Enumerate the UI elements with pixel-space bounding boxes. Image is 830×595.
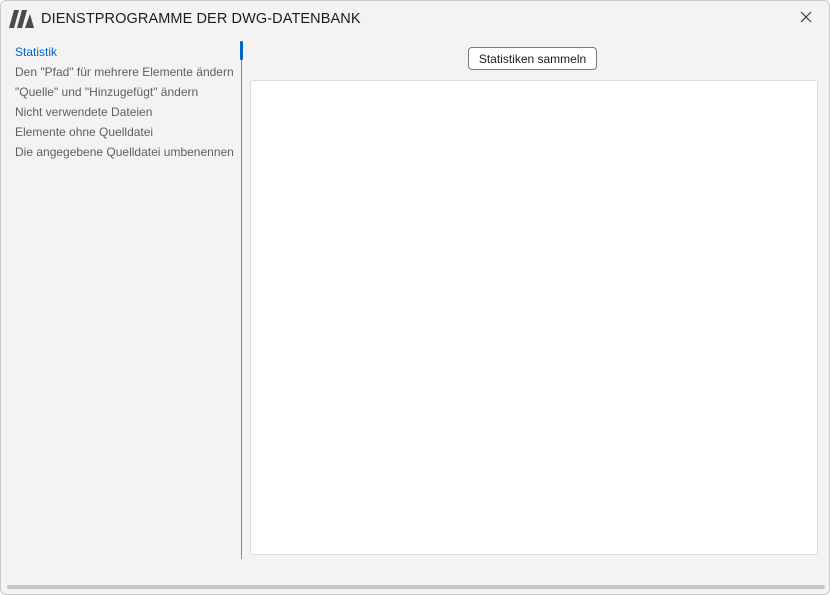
sidebar-nav: Statistik Den "Pfad" für mehrere Element… — [1, 41, 243, 559]
window-title: DIENSTPROGRAMME DER DWG-DATENBANK — [41, 11, 361, 27]
sidebar-item-statistik[interactable]: Statistik — [15, 42, 57, 62]
statistics-output-panel[interactable] — [250, 80, 818, 555]
close-button[interactable] — [793, 7, 819, 31]
sidebar-item-nicht-verwendete-dateien[interactable]: Nicht verwendete Dateien — [15, 102, 152, 122]
horizontal-scrollbar[interactable] — [7, 585, 825, 589]
sidebar-item-elemente-ohne-quelldatei[interactable]: Elemente ohne Quelldatei — [15, 122, 153, 142]
active-item-indicator — [240, 41, 243, 60]
sidebar-divider[interactable] — [241, 41, 242, 559]
title-bar[interactable]: DIENSTPROGRAMME DER DWG-DATENBANK — [1, 1, 829, 37]
dialog-window: DIENSTPROGRAMME DER DWG-DATENBANK Statis… — [0, 0, 830, 595]
close-icon — [800, 10, 812, 28]
sidebar-item-pfad-aendern[interactable]: Den "Pfad" für mehrere Elemente ändern — [15, 62, 234, 82]
collect-statistics-button[interactable]: Statistiken sammeln — [468, 47, 597, 70]
sidebar-item-quelle-hinzugefuegt[interactable]: "Quelle" und "Hinzugefügt" ändern — [15, 82, 198, 102]
app-logo-icon — [9, 10, 35, 28]
sidebar-item-quelldatei-umbenennen[interactable]: Die angegebene Quelldatei umbenennen — [15, 142, 234, 162]
